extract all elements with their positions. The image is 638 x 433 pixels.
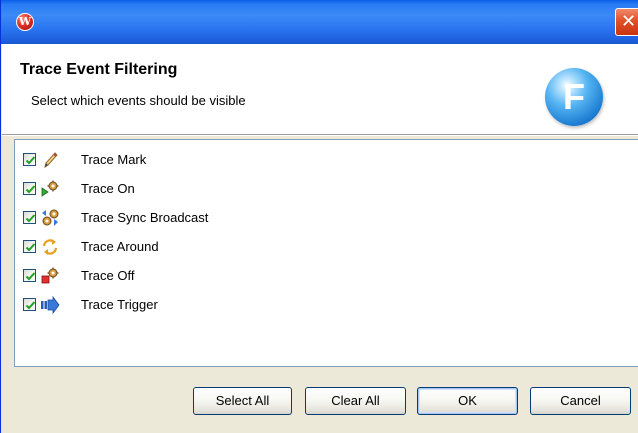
checkbox-trace-around[interactable] (23, 240, 36, 253)
item-label: Trace On (81, 181, 135, 196)
list-item-trace-on[interactable]: Trace On (23, 179, 423, 199)
ok-button[interactable]: OK (417, 387, 518, 415)
item-label: Trace Around (81, 239, 159, 254)
checkbox-trace-mark[interactable] (23, 153, 36, 166)
list-item-trace-mark[interactable]: Trace Mark (23, 150, 423, 170)
close-button[interactable]: ✕ (615, 8, 638, 36)
pencil-icon (44, 152, 58, 169)
select-all-button[interactable]: Select All (193, 387, 292, 415)
logo-letter: F (563, 76, 585, 117)
item-label: Trace Trigger (81, 297, 158, 312)
trigger-arrow-icon (41, 295, 60, 315)
list-item-trace-around[interactable]: Trace Around (23, 237, 423, 257)
event-list: Trace Mark Trace On Trace Sync Broadcast… (14, 139, 638, 367)
list-item-trace-off[interactable]: Trace Off (23, 266, 423, 286)
trace-around-icon (42, 239, 58, 255)
app-logo-icon: W (16, 13, 34, 31)
list-item-trace-trigger[interactable]: Trace Trigger (23, 295, 423, 315)
page-subtitle: Select which events should be visible (31, 93, 246, 108)
checkbox-trace-off[interactable] (23, 269, 36, 282)
item-label: Trace Mark (81, 152, 147, 167)
trace-event-filtering-dialog: W ✕ Trace Event Filtering Select which e… (0, 0, 638, 433)
item-label: Trace Off (81, 268, 135, 283)
checkbox-trace-on[interactable] (23, 182, 36, 195)
clear-all-button[interactable]: Clear All (305, 387, 406, 415)
item-label: Trace Sync Broadcast (81, 210, 209, 225)
dialog-header: Trace Event Filtering Select which event… (2, 44, 638, 135)
sync-broadcast-icon (42, 209, 59, 226)
cancel-button[interactable]: Cancel (530, 387, 631, 415)
trace-off-icon (41, 267, 59, 284)
filter-logo-icon: F (545, 68, 603, 126)
checkbox-trace-sync-broadcast[interactable] (23, 211, 36, 224)
list-item-trace-sync-broadcast[interactable]: Trace Sync Broadcast (23, 208, 423, 228)
checkbox-trace-trigger[interactable] (23, 298, 36, 311)
header-divider (2, 135, 638, 136)
title-bar[interactable]: W ✕ (1, 0, 638, 44)
page-title: Trace Event Filtering (20, 61, 178, 78)
trace-on-icon (41, 180, 59, 197)
